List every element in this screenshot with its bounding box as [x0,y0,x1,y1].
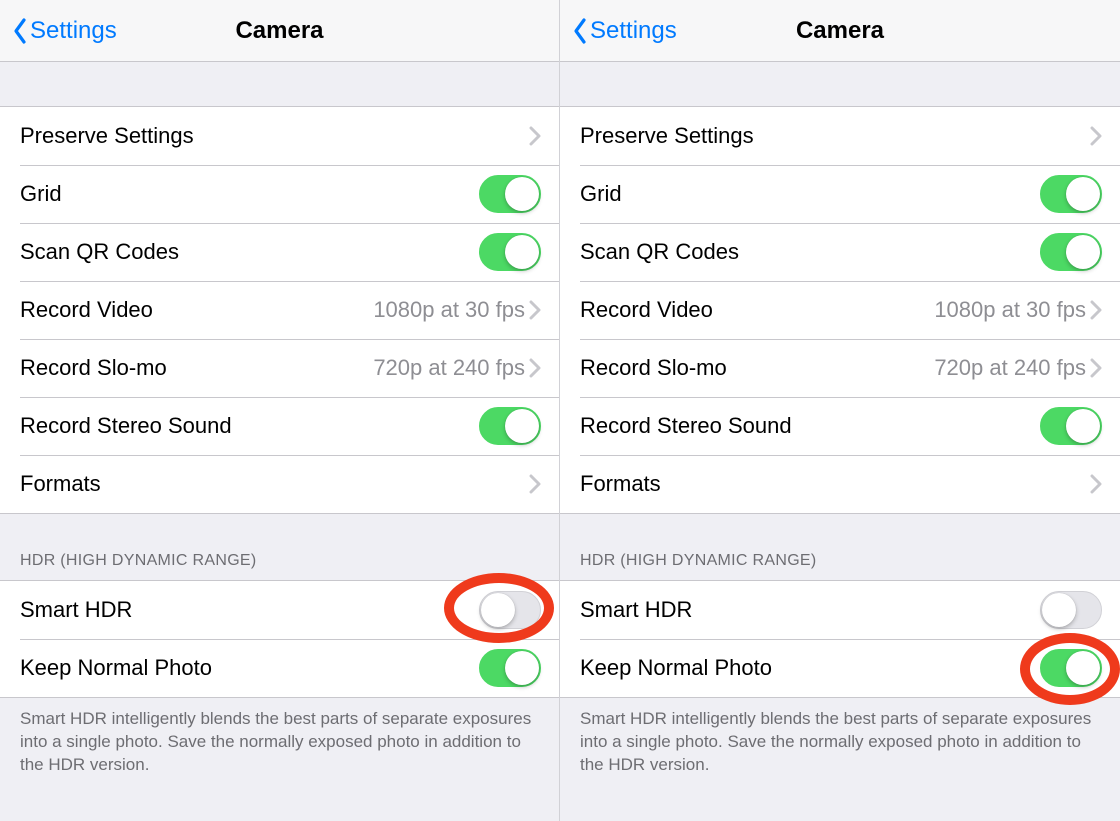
row-preserve-settings[interactable]: Preserve Settings [560,107,1120,165]
back-button[interactable]: Settings [572,17,677,45]
toggle-smart-hdr[interactable] [479,591,541,629]
row-label: Record Slo-mo [580,355,934,381]
row-keep-normal-photo: Keep Normal Photo [560,639,1120,697]
row-label: Grid [20,181,479,207]
row-label: Preserve Settings [20,123,529,149]
toggle-scan-qr[interactable] [1040,233,1102,271]
row-keep-normal-photo: Keep Normal Photo [0,639,559,697]
row-scan-qr: Scan QR Codes [0,223,559,281]
row-formats[interactable]: Formats [0,455,559,513]
chevron-right-icon [529,474,541,494]
spacer [560,62,1120,106]
chevron-right-icon [529,358,541,378]
row-record-stereo: Record Stereo Sound [560,397,1120,455]
pane-right: Settings Camera Preserve Settings Grid S… [560,0,1120,821]
row-value: 720p at 240 fps [934,355,1086,381]
row-label: Smart HDR [580,597,1040,623]
row-label: Formats [580,471,1090,497]
toggle-keep-normal-photo[interactable] [479,649,541,687]
row-record-video[interactable]: Record Video 1080p at 30 fps [560,281,1120,339]
row-preserve-settings[interactable]: Preserve Settings [0,107,559,165]
row-label: Record Video [20,297,373,323]
row-record-video[interactable]: Record Video 1080p at 30 fps [0,281,559,339]
toggle-grid[interactable] [479,175,541,213]
row-smart-hdr: Smart HDR [560,581,1120,639]
row-label: Keep Normal Photo [580,655,1040,681]
settings-group-hdr: Smart HDR Keep Normal Photo [560,580,1120,698]
back-button[interactable]: Settings [12,17,117,45]
toggle-keep-normal-photo[interactable] [1040,649,1102,687]
chevron-right-icon [1090,474,1102,494]
row-formats[interactable]: Formats [560,455,1120,513]
row-grid: Grid [0,165,559,223]
row-label: Scan QR Codes [580,239,1040,265]
row-label: Grid [580,181,1040,207]
section-footer-hdr: Smart HDR intelligently blends the best … [560,698,1120,795]
row-label: Formats [20,471,529,497]
toggle-smart-hdr[interactable] [1040,591,1102,629]
row-label: Record Stereo Sound [580,413,1040,439]
section-header-hdr: HDR (HIGH DYNAMIC RANGE) [560,514,1120,580]
pane-left: Settings Camera Preserve Settings Grid S… [0,0,560,821]
section-footer-hdr: Smart HDR intelligently blends the best … [0,698,559,795]
settings-group-main: Preserve Settings Grid Scan QR Codes Rec… [560,106,1120,514]
toggle-grid[interactable] [1040,175,1102,213]
settings-group-main: Preserve Settings Grid Scan QR Codes Rec… [0,106,559,514]
row-value: 720p at 240 fps [373,355,525,381]
row-label: Smart HDR [20,597,479,623]
toggle-stereo[interactable] [1040,407,1102,445]
row-label: Record Video [580,297,934,323]
back-label: Settings [30,17,117,45]
toggle-scan-qr[interactable] [479,233,541,271]
chevron-right-icon [1090,126,1102,146]
navbar: Settings Camera [560,0,1120,62]
row-label: Record Stereo Sound [20,413,479,439]
back-label: Settings [590,17,677,45]
spacer [0,62,559,106]
row-value: 1080p at 30 fps [373,297,525,323]
section-header-hdr: HDR (HIGH DYNAMIC RANGE) [0,514,559,580]
navbar: Settings Camera [0,0,559,62]
row-label: Scan QR Codes [20,239,479,265]
row-record-stereo: Record Stereo Sound [0,397,559,455]
chevron-right-icon [529,126,541,146]
row-record-slomo[interactable]: Record Slo-mo 720p at 240 fps [0,339,559,397]
toggle-stereo[interactable] [479,407,541,445]
row-scan-qr: Scan QR Codes [560,223,1120,281]
row-value: 1080p at 30 fps [934,297,1086,323]
chevron-left-icon [12,17,28,45]
chevron-right-icon [529,300,541,320]
chevron-right-icon [1090,300,1102,320]
settings-group-hdr: Smart HDR Keep Normal Photo [0,580,559,698]
row-smart-hdr: Smart HDR [0,581,559,639]
row-record-slomo[interactable]: Record Slo-mo 720p at 240 fps [560,339,1120,397]
row-label: Record Slo-mo [20,355,373,381]
row-grid: Grid [560,165,1120,223]
row-label: Keep Normal Photo [20,655,479,681]
chevron-left-icon [572,17,588,45]
chevron-right-icon [1090,358,1102,378]
row-label: Preserve Settings [580,123,1090,149]
